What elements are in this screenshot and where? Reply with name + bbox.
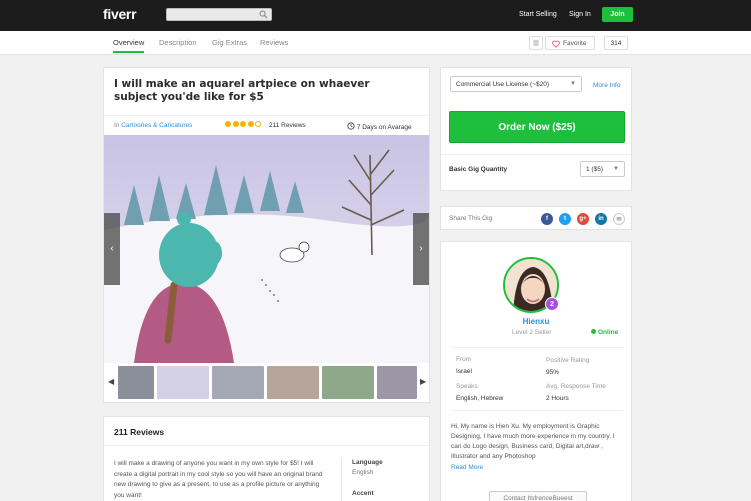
collections-button[interactable] xyxy=(529,36,543,50)
more-info-link[interactable]: More Info xyxy=(593,82,620,89)
stat-value: Israel xyxy=(456,368,472,375)
gig-meta-row: In Cartoones & Caricatures 211 Reviews 7… xyxy=(104,115,429,134)
seller-stats: From Israel Positive Rating 95% Speaks E… xyxy=(451,347,623,411)
watercolor-illustration xyxy=(104,135,429,363)
seller-level: Level 2 Seller xyxy=(512,329,552,336)
license-select[interactable]: Commercial Use License (~$20) ▼ xyxy=(450,76,582,92)
level-badge: 2 xyxy=(545,297,559,311)
contact-seller-button[interactable]: Contact ItsfrenceBueest xyxy=(489,491,587,501)
language-value: English xyxy=(352,469,374,476)
thumbnail[interactable] xyxy=(212,366,264,399)
category-prefix: In xyxy=(114,122,120,129)
favorite-count: 314 xyxy=(604,36,628,50)
share-card: Share This Gig f t g+ in ✉ xyxy=(440,206,632,230)
stat-label: Speaks xyxy=(456,383,478,390)
thumbnail-strip: ◀ ▶ xyxy=(104,365,429,402)
stat-label: Positive Rating xyxy=(546,357,590,364)
join-button[interactable]: Join xyxy=(602,7,633,22)
fiverr-logo[interactable]: fiverr xyxy=(103,6,137,22)
online-status: Online xyxy=(591,329,618,336)
reviews-count[interactable]: 211 Reviews xyxy=(269,122,306,129)
quantity-select[interactable]: 1 ($5) ▼ xyxy=(580,161,625,177)
favorite-label: Favorite xyxy=(563,40,587,47)
chevron-down-icon: ▼ xyxy=(613,166,619,172)
top-bar: fiverr Start Selling Sign In Join xyxy=(0,0,751,31)
next-image-button[interactable]: › xyxy=(413,213,429,285)
thumbnail[interactable] xyxy=(322,366,374,399)
star-icon xyxy=(225,121,231,127)
sign-in-link[interactable]: Sign In xyxy=(569,11,591,18)
prev-image-button[interactable]: ‹ xyxy=(104,213,120,285)
gig-category: In Cartoones & Caricatures xyxy=(114,122,192,129)
chevron-down-icon: ▼ xyxy=(570,81,576,87)
start-selling-link[interactable]: Start Selling xyxy=(519,11,557,18)
seller-card: 2 Hienxu Level 2 Seller Online From Isra… xyxy=(440,241,632,501)
stat-value: English, Hebrew xyxy=(456,395,504,402)
tab-overview[interactable]: Overview xyxy=(113,38,145,53)
chevron-right-icon: › xyxy=(419,243,423,254)
facebook-icon[interactable]: f xyxy=(541,213,553,225)
quantity-select-value: 1 ($5) xyxy=(586,166,603,173)
language-label: Language xyxy=(352,459,383,466)
divider xyxy=(441,154,631,155)
list-icon xyxy=(533,40,539,46)
star-icon xyxy=(240,121,246,127)
thumbnail[interactable] xyxy=(157,366,209,399)
gig-main-image: ‹ › xyxy=(104,135,429,363)
gig-subnav: Overview Description Gig Extras Reviews … xyxy=(0,31,751,55)
read-more-link[interactable]: Read More xyxy=(451,464,483,471)
divider xyxy=(104,445,429,446)
accent-label: Accent xyxy=(352,490,374,497)
stat-label: From xyxy=(456,356,472,363)
license-select-value: Commercial Use License (~$20) xyxy=(456,81,550,88)
tab-gig-extras[interactable]: Gig Extras xyxy=(212,38,247,47)
online-label: Online xyxy=(598,329,619,336)
seller-bio: Hi, My name is Hien Xu. My employment is… xyxy=(451,423,615,460)
reviews-card: 211 Reviews I will make a drawing of any… xyxy=(103,416,430,501)
online-dot-icon xyxy=(591,329,596,334)
star-icon xyxy=(232,121,239,127)
divider xyxy=(341,458,342,501)
favorite-button[interactable]: Favorite xyxy=(545,36,595,50)
star-empty-icon xyxy=(255,121,261,127)
google-plus-icon[interactable]: g+ xyxy=(577,213,589,225)
stat-value: 95% xyxy=(546,369,560,376)
clock-icon xyxy=(347,122,355,130)
chevron-left-icon: ‹ xyxy=(110,243,114,254)
delivery-time: 7 Days on Avarage xyxy=(347,122,412,131)
seller-name[interactable]: Hienxu xyxy=(441,317,631,326)
heart-icon xyxy=(552,40,560,48)
twitter-icon[interactable]: t xyxy=(559,213,571,225)
order-card: Commercial Use License (~$20) ▼ More Inf… xyxy=(440,67,632,191)
thumb-prev-icon[interactable]: ◀ xyxy=(108,377,114,386)
reviews-title: 211 Reviews xyxy=(114,427,165,437)
quantity-label: Basic Gig Quantity xyxy=(449,166,508,173)
gig-description-text: I will make a drawing of anyone you want… xyxy=(114,460,323,499)
search-input[interactable] xyxy=(166,8,272,21)
thumbnail[interactable] xyxy=(377,366,417,399)
rating-stars xyxy=(225,121,263,129)
stat-value: 2 Hours xyxy=(546,395,569,402)
thumb-next-icon[interactable]: ▶ xyxy=(420,377,426,386)
stat-label: Avg. Response Time xyxy=(546,383,606,390)
star-icon xyxy=(247,121,254,127)
share-label: Share This Gig xyxy=(449,215,493,222)
order-now-button[interactable]: Order Now ($25) xyxy=(449,111,625,143)
gig-card: I will make an aquarel artpiece on whaev… xyxy=(103,67,430,403)
category-link[interactable]: Cartoones & Caricatures xyxy=(121,122,192,129)
thumbnail[interactable] xyxy=(118,366,154,399)
thumbnail[interactable] xyxy=(267,366,319,399)
email-icon[interactable]: ✉ xyxy=(613,213,625,225)
search-icon[interactable] xyxy=(259,10,268,19)
tab-description[interactable]: Description xyxy=(159,38,197,47)
linkedin-icon[interactable]: in xyxy=(595,213,607,225)
tab-reviews[interactable]: Reviews xyxy=(260,38,288,47)
gig-title: I will make an aquarel artpiece on whaev… xyxy=(114,78,370,103)
delivery-label: 7 Days on Avarage xyxy=(356,124,412,131)
